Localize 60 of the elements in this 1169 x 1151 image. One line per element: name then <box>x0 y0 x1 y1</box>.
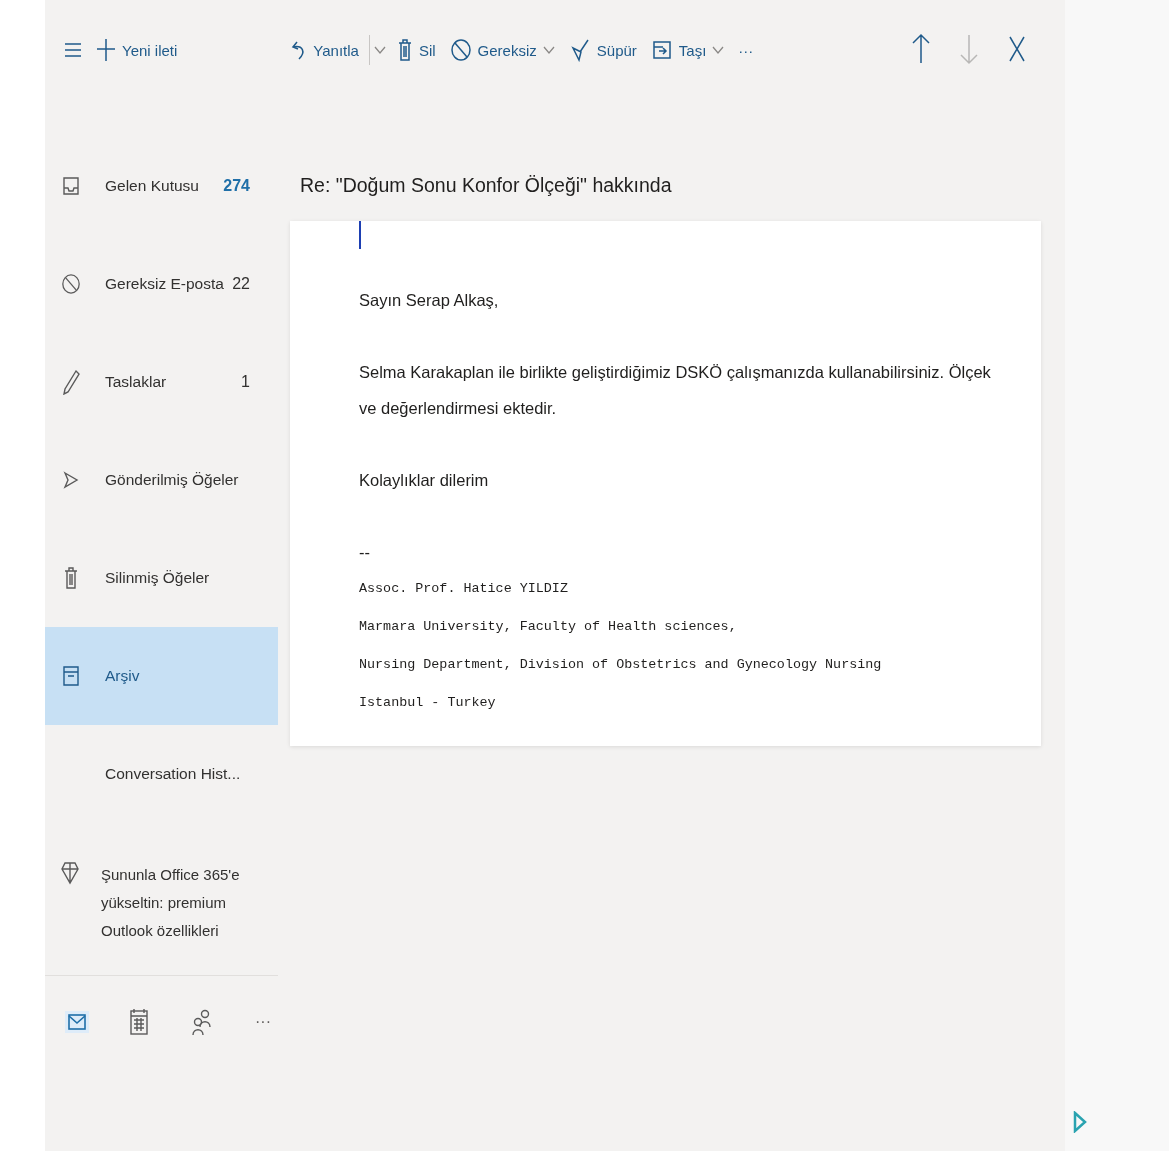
block-icon <box>449 38 472 62</box>
mail-button[interactable] <box>65 1011 89 1033</box>
folder-item[interactable]: Silinmiş Öğeler <box>45 529 278 627</box>
folder-name: Conversation Hist... <box>105 765 242 783</box>
folder-name: Gereksiz E-posta <box>105 275 225 293</box>
play-icon <box>1073 1111 1087 1133</box>
folder-item[interactable]: Gönderilmiş Öğeler <box>45 431 278 529</box>
action-button[interactable]: Sil <box>389 34 443 66</box>
signature-line: Istanbul - Turkey <box>359 694 497 712</box>
people-icon <box>191 1008 213 1036</box>
trash-icon <box>396 38 413 62</box>
new-message-button[interactable]: Yeni ileti <box>89 34 185 66</box>
folder-item[interactable]: Gereksiz E-posta 22 <box>45 235 278 333</box>
unread-count: 22 <box>232 275 250 293</box>
folder-name: Taslaklar <box>105 373 168 391</box>
caret-icon <box>542 45 555 55</box>
move-icon <box>650 39 673 61</box>
message-text: Selma Karakaplan ile birlikte geliştirdiğimiz DSKÖ çalışmanızda kullanabilirsiniz. Ölçek ve değerlendirmesi ektedir. <box>359 362 992 419</box>
unread-count: 1 <box>241 373 250 391</box>
folder-item[interactable]: Arşiv <box>45 627 278 725</box>
broom-icon <box>568 38 591 62</box>
folder-item[interactable]: Taslaklar 1 <box>45 333 278 431</box>
unread-count: 274 <box>223 177 250 195</box>
text-cursor <box>359 221 361 249</box>
block-icon <box>61 272 81 296</box>
action-button[interactable]: Yanıtla <box>284 35 370 65</box>
message-text: Sayın Serap Alkaş, <box>359 290 500 311</box>
message-text: Kolaylıklar dilerim <box>359 470 490 491</box>
folder-item[interactable]: Conversation Hist... <box>45 725 278 823</box>
calendar-button[interactable] <box>127 1006 151 1038</box>
action-button[interactable]: Süpür <box>561 34 644 66</box>
message-text: -- <box>359 542 371 563</box>
pencil-icon <box>62 369 80 395</box>
calendar-icon <box>129 1008 149 1036</box>
send-icon <box>63 471 79 489</box>
action-button[interactable]: Taşı <box>643 35 732 65</box>
trash-icon <box>63 566 79 590</box>
folder-name: Gönderilmiş Öğeler <box>105 471 240 489</box>
folder-name: Gelen Kutusu <box>105 177 200 195</box>
signature-line: Assoc. Prof. Hatice YILDIZ <box>359 580 569 598</box>
signature-line: Marmara University, Faculty of Health sciences, <box>359 618 738 636</box>
caret-icon <box>712 45 725 55</box>
upgrade-link[interactable]: Şununla Office 365'e yükseltin: premium Outlook özellikleri <box>101 861 266 945</box>
menu-icon <box>64 42 82 58</box>
folder-item[interactable]: Gelen Kutusu 274 <box>45 137 278 235</box>
up-arrow-icon <box>910 32 932 65</box>
archive-icon <box>62 665 80 687</box>
action-button[interactable]: Gereksiz <box>442 34 562 66</box>
down-arrow-icon <box>958 32 980 65</box>
more-button[interactable]: ··· <box>253 1011 273 1033</box>
message-subject: Re: "Doğum Sonu Konfor Ölçeği" hakkında <box>299 173 673 198</box>
diamond-icon <box>61 861 79 885</box>
mail-icon <box>67 1013 87 1031</box>
more-button[interactable]: ··· <box>731 37 761 63</box>
folder-name: Arşiv <box>105 667 141 685</box>
folder-name: Silinmiş Öğeler <box>105 569 211 587</box>
signature-line: Nursing Department, Division of Obstetrics and Gynecology Nursing <box>359 656 883 674</box>
plus-icon <box>96 38 116 62</box>
caret-icon <box>373 45 386 55</box>
inbox-icon <box>62 176 80 196</box>
